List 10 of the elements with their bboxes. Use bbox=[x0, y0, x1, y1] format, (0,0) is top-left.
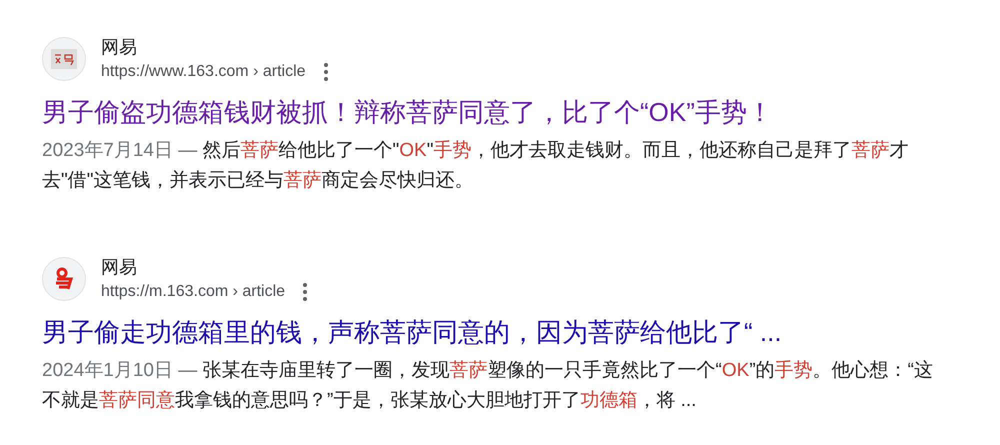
result-snippet: 2024年1月10日 — 张某在寺庙里转了一圈，发现菩萨塑像的一只手竟然比了一个“OK”的手势。他心想：“这不就是菩萨同意我拿钱的意思吗？”于是，张某放心大胆地打开了功德箱，将 ... bbox=[42, 358, 934, 413]
site-name: 网易 bbox=[101, 256, 138, 279]
site-name: 网易 bbox=[101, 36, 138, 59]
more-options-icon[interactable] bbox=[303, 283, 308, 301]
site-url[interactable]: https://m.163.com › article bbox=[101, 280, 286, 304]
more-options-icon[interactable] bbox=[324, 63, 328, 81]
site-url[interactable]: https://www.163.com › article bbox=[101, 60, 306, 84]
result-title-link[interactable]: 男子偷走功德箱里的钱，声称菩萨同意的，因为菩萨给他比了“ ... bbox=[42, 314, 1000, 350]
result-title-link[interactable]: 男子偷盗功德箱钱财被抓！辩称菩萨同意了，比了个“OK”手势！ bbox=[42, 94, 1000, 130]
result-snippet: 2023年7月14日 — 然后菩萨给他比了一个"OK"手势，他才去取走钱财。而且，他还称自己是拜了菩萨才去"借"这笔钱，并表示已经与菩萨商定会尽快归还。 bbox=[42, 139, 910, 193]
